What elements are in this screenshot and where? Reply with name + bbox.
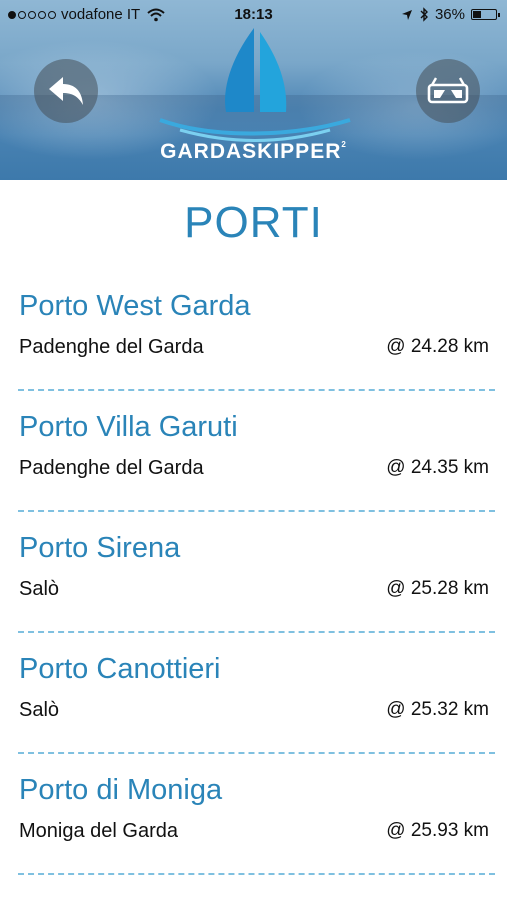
- list-item[interactable]: Porto di Moniga Moniga del Garda @ 25.93…: [0, 754, 507, 875]
- list-item[interactable]: Porto Sirena Salò @ 25.28 km: [0, 512, 507, 633]
- port-name: Porto Canottieri: [19, 653, 221, 685]
- list-item[interactable]: Porto West Garda Padenghe del Garda @ 24…: [0, 270, 507, 391]
- port-location: Salò: [19, 578, 60, 600]
- battery-percentage: 36%: [434, 6, 465, 23]
- location-arrow-icon: [401, 9, 412, 20]
- page-title: PORTI: [184, 198, 323, 247]
- port-distance: @ 25.32 km: [386, 699, 489, 720]
- port-distance: @ 25.93 km: [386, 820, 489, 841]
- battery-icon: [471, 9, 500, 20]
- ports-list: Porto West Garda Padenghe del Garda @ 24…: [0, 270, 507, 875]
- port-location: Moniga del Garda: [19, 820, 178, 842]
- port-name: Porto West Garda: [19, 290, 251, 322]
- port-location: Padenghe del Garda: [19, 336, 204, 358]
- bluetooth-icon: [420, 7, 428, 22]
- port-location: Padenghe del Garda: [19, 457, 204, 479]
- vr-button[interactable]: [416, 59, 480, 123]
- list-item[interactable]: Porto Canottieri Salò @ 25.32 km: [0, 633, 507, 754]
- header: vodafone IT 18:13 36% GARDASKIPPER2: [0, 0, 507, 180]
- back-button[interactable]: [34, 59, 98, 123]
- port-distance: @ 25.28 km: [386, 578, 489, 599]
- vr-glasses-icon: [427, 77, 469, 104]
- divider: [18, 873, 495, 875]
- port-name: Porto di Moniga: [19, 774, 223, 806]
- port-distance: @ 24.35 km: [386, 457, 489, 478]
- logo-text: GARDASKIPPER2: [160, 140, 347, 163]
- list-item[interactable]: Porto Villa Garuti Padenghe del Garda @ …: [0, 391, 507, 512]
- port-name: Porto Sirena: [19, 532, 181, 564]
- reply-arrow-icon: [49, 77, 83, 105]
- port-name: Porto Villa Garuti: [19, 411, 238, 443]
- port-distance: @ 24.28 km: [386, 336, 489, 357]
- port-location: Salò: [19, 699, 60, 721]
